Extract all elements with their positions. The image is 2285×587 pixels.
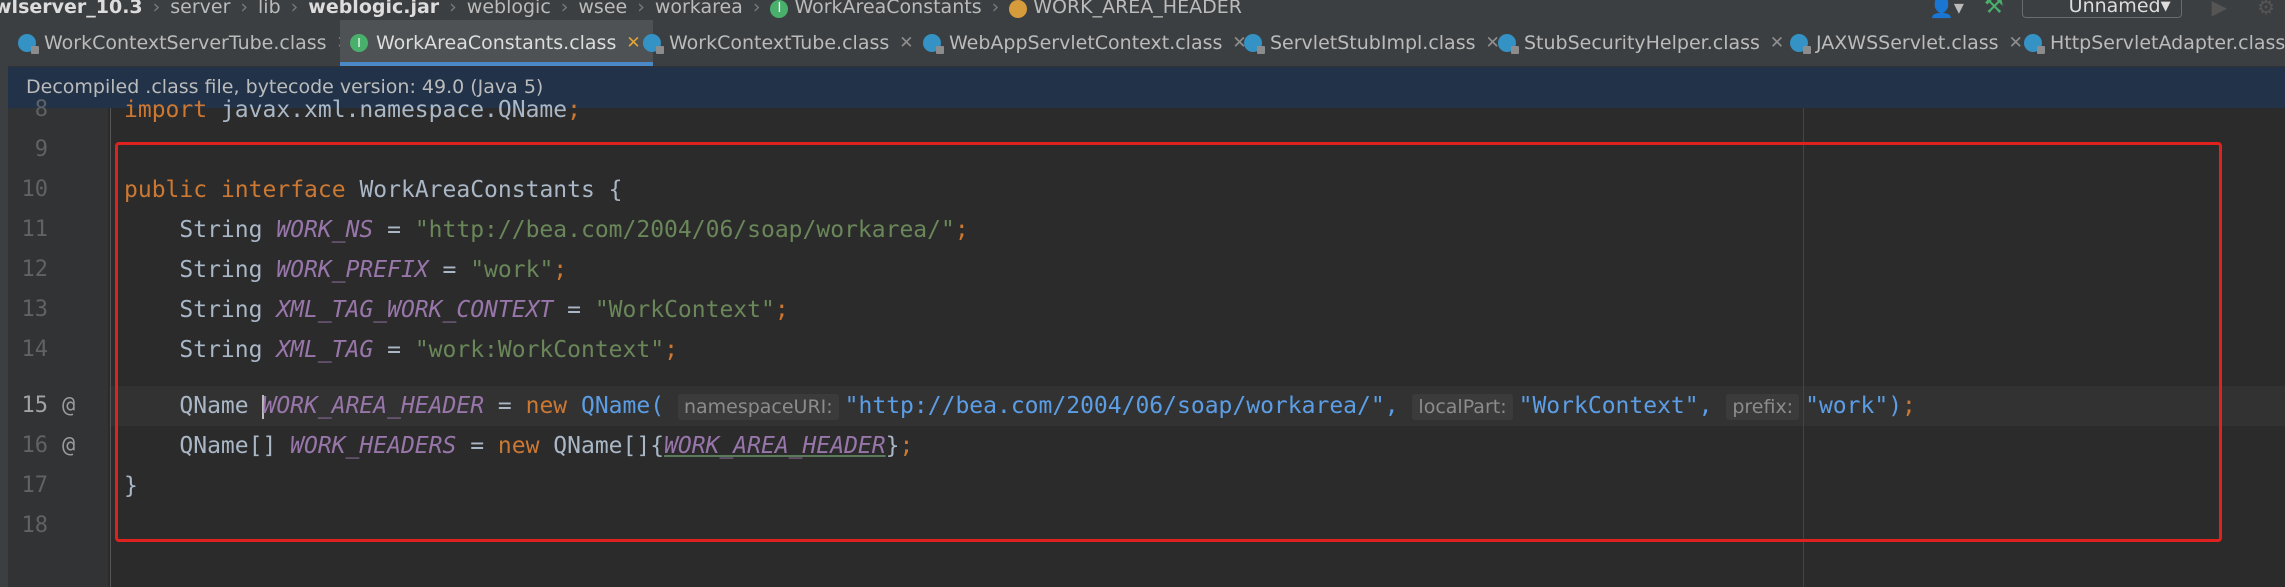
import-path: javax.xml.namespace.QName (207, 97, 568, 123)
class-icon (1790, 34, 1811, 54)
run-icon[interactable]: ▶ (2212, 0, 2227, 17)
chevron-right-icon: › (752, 0, 761, 18)
line-number: 10 (21, 177, 49, 202)
breadcrumb-item-lib[interactable]: lib (258, 0, 281, 17)
tab-label: WorkAreaConstants.class (376, 32, 617, 54)
breadcrumb-item-field[interactable]: WORK_AREA_HEADER (1033, 0, 1242, 17)
line-number: 13 (21, 297, 49, 322)
line-number: 17 (21, 473, 49, 498)
tab-stubsecurityhelper[interactable]: StubSecurityHelper.class ✕ (1498, 20, 1784, 66)
line-number: 8 (34, 97, 48, 122)
close-icon[interactable]: ✕ (626, 33, 640, 53)
class-icon (1244, 34, 1265, 54)
user-icon[interactable]: 👤▾ (1929, 0, 1964, 17)
breadcrumb-item-wsee[interactable]: wsee (578, 0, 627, 17)
chevron-right-icon: › (991, 0, 1000, 18)
breadcrumb-item-workareaconstants[interactable]: WorkAreaConstants (794, 0, 981, 17)
editor-tabs: WorkContextServerTube.class ✕ I WorkArea… (8, 20, 2285, 67)
class-icon (2024, 34, 2045, 54)
chevron-down-icon: ▼ (2160, 0, 2171, 14)
line-number: 16 (21, 433, 49, 458)
interface-icon: I (350, 34, 368, 52)
chevron-right-icon: › (240, 0, 249, 18)
line-number: 14 (21, 337, 49, 362)
interface-icon: I (770, 0, 789, 18)
line-number: 12 (21, 257, 49, 282)
line-number-current: 15 (21, 393, 49, 418)
tab-label: ServletStubImpl.class (1270, 32, 1476, 54)
chevron-right-icon: › (290, 0, 299, 18)
line-number: 11 (21, 217, 49, 242)
chevron-right-icon: › (560, 0, 569, 18)
close-icon[interactable]: ✕ (1770, 33, 1784, 53)
close-icon[interactable]: ✕ (899, 33, 913, 53)
tab-workcontextservertube[interactable]: WorkContextServerTube.class ✕ (18, 20, 351, 66)
field-icon (1009, 0, 1028, 18)
build-hammer-icon[interactable]: ⚒ (1984, 0, 2004, 18)
chevron-right-icon: › (152, 0, 161, 18)
code-line-8[interactable]: import javax.xml.namespace.QName; (124, 90, 581, 130)
tab-label: HttpServletAdapter.class (2050, 32, 2285, 54)
main-toolbar: 👤▾ ⚒ Unnamed ▼ ▶ ⚙ (1929, 0, 2285, 20)
breadcrumb-item-server[interactable]: server (170, 0, 230, 17)
class-icon (18, 34, 39, 54)
code-editor[interactable]: 8 9 10 11 12 13 14 15 16 17 18 @ @ impor… (8, 97, 2285, 587)
tab-webappservletcontext[interactable]: WebAppServletContext.class ✕ (923, 20, 1247, 66)
debug-icon[interactable]: ⚙ (2257, 0, 2275, 17)
gutter-divider (110, 108, 111, 587)
keyword: import (124, 97, 208, 123)
tab-label: StubSecurityHelper.class (1524, 32, 1760, 54)
run-config-label: Unnamed (2068, 0, 2161, 17)
implemented-marker-icon[interactable]: @ (62, 426, 75, 466)
breadcrumb-item-workarea[interactable]: workarea (655, 0, 743, 17)
line-number: 18 (21, 513, 49, 538)
tab-workareaconstants[interactable]: I WorkAreaConstants.class ✕ (340, 20, 653, 66)
chevron-right-icon: › (449, 0, 457, 18)
class-icon (1498, 34, 1519, 54)
tab-httpservletadapter[interactable]: HttpServletAdapter.class ✕ (2024, 20, 2285, 66)
tab-servletstubimpl[interactable]: ServletStubImpl.class ✕ (1244, 20, 1500, 66)
tab-label: JAXWSServlet.class (1816, 32, 1999, 54)
chevron-right-icon: › (637, 0, 645, 18)
close-icon[interactable]: ✕ (2009, 33, 2023, 53)
red-annotation-box (115, 142, 2222, 542)
semicolon: ; (567, 97, 581, 123)
breadcrumb-item-wlserver[interactable]: wlserver_10.3 (0, 0, 143, 17)
tab-label: WorkContextServerTube.class (44, 32, 327, 54)
class-icon (923, 34, 944, 54)
line-number: 9 (34, 137, 48, 162)
class-icon (643, 34, 664, 54)
breadcrumb-item-weblogic-jar[interactable]: weblogic.jar (308, 0, 439, 17)
tab-jaxwsservlet[interactable]: JAXWSServlet.class ✕ (1790, 20, 2023, 66)
tab-label: WorkContextTube.class (669, 32, 890, 54)
run-config-dropdown[interactable]: Unnamed ▼ (2021, 0, 2182, 18)
tab-workcontexttube[interactable]: WorkContextTube.class ✕ (643, 20, 914, 66)
breadcrumb-item-weblogic[interactable]: weblogic (467, 0, 551, 17)
implemented-marker-icon[interactable]: @ (62, 386, 75, 426)
tab-label: WebAppServletContext.class (949, 32, 1223, 54)
